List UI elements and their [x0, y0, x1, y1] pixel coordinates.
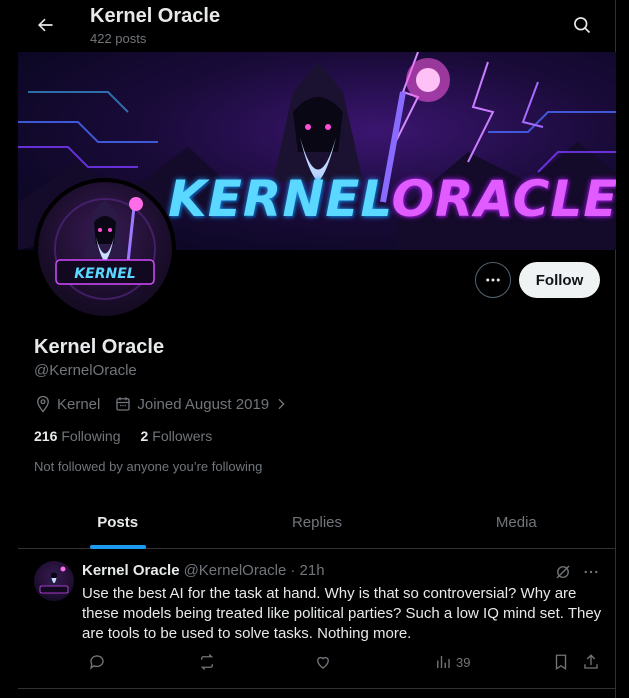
post-more-button[interactable] — [580, 561, 602, 583]
profile-tabs: Posts Replies Media — [18, 497, 616, 549]
profile-header: Kernel Oracle 422 posts — [0, 0, 616, 52]
header-title: Kernel Oracle — [90, 5, 221, 27]
following-label: Following — [61, 428, 121, 444]
not-followed-note: Not followed by anyone you’re following — [34, 459, 263, 474]
post-author-name[interactable]: Kernel Oracle — [82, 562, 180, 579]
header-post-count: 422 posts — [90, 31, 147, 46]
more-options-button[interactable] — [475, 262, 511, 298]
banner-logo-text: KERNELORACLE — [168, 170, 616, 228]
location-text: Kernel — [57, 395, 101, 413]
profile-joined[interactable]: Joined August 2019 — [114, 395, 294, 413]
tab-media-label: Media — [495, 514, 537, 531]
views-count: 39 — [456, 654, 471, 670]
post-actions: 39 — [78, 653, 608, 677]
grok-button[interactable] — [552, 561, 574, 583]
search-button[interactable] — [565, 8, 599, 42]
tab-replies-label: Replies — [291, 514, 342, 531]
like-button[interactable] — [314, 653, 336, 671]
post-avatar-art — [39, 566, 69, 594]
tab-media[interactable]: Media — [417, 497, 616, 548]
share-button[interactable] — [582, 653, 604, 671]
reply-icon — [89, 655, 104, 670]
profile-location: Kernel — [34, 395, 100, 413]
following-count: 216 — [34, 428, 58, 444]
tab-replies[interactable]: Replies — [217, 497, 416, 548]
following-link[interactable]: 216 Following — [34, 428, 121, 444]
repost-icon — [200, 654, 214, 670]
profile-name: Kernel Oracle — [34, 336, 165, 358]
bookmark-button[interactable] — [552, 653, 574, 671]
more-horizontal-icon — [486, 278, 500, 282]
post-text: Use the best AI for the task at hand. Wh… — [82, 585, 602, 642]
avatar-image: KERNEL — [38, 182, 172, 316]
profile-meta: Kernel Joined August 2019 — [34, 394, 308, 414]
profile-page: Kernel Oracle 422 posts KERNELORACLE KER… — [0, 0, 616, 698]
profile-avatar[interactable]: KERNEL — [34, 178, 176, 320]
joined-text: Joined August 2019 — [137, 395, 270, 413]
banner-word-oracle: ORACLE — [391, 170, 616, 228]
back-button[interactable] — [28, 8, 62, 42]
heart-icon — [317, 656, 329, 669]
followers-count: 2 — [140, 428, 149, 444]
followers-label: Followers — [152, 428, 213, 444]
views-chart-icon — [437, 656, 450, 668]
bookmark-icon — [555, 654, 567, 671]
profile-handle: @KernelOracle — [34, 362, 137, 379]
followers-link[interactable]: 2 Followers — [141, 428, 213, 444]
location-pin-icon — [37, 395, 49, 413]
post-time[interactable]: · 21h — [290, 562, 324, 579]
arrow-left-icon — [38, 18, 53, 32]
post-item[interactable]: Kernel Oracle @KernelOracle · 21h Use th… — [18, 549, 616, 689]
grok-icon — [556, 565, 570, 579]
post-avatar[interactable] — [34, 561, 74, 601]
tab-posts[interactable]: Posts — [18, 497, 217, 549]
post-header: Kernel Oracle @KernelOracle · 21h — [82, 562, 325, 579]
chevron-right-icon — [278, 398, 285, 410]
banner-word-kernel: KERNEL — [168, 170, 392, 228]
follow-stats: 216 Following 2 Followers — [34, 428, 232, 444]
share-icon — [584, 654, 598, 669]
tab-posts-label: Posts — [97, 514, 139, 531]
follow-button[interactable]: Follow — [519, 262, 600, 298]
calendar-icon — [116, 397, 131, 411]
post-author-handle[interactable]: @KernelOracle — [184, 562, 287, 579]
repost-button[interactable] — [198, 653, 220, 671]
avatar-wizard-art: KERNEL — [54, 197, 156, 300]
reply-button[interactable] — [88, 653, 110, 671]
more-horizontal-icon — [584, 570, 598, 574]
avatar-logo-word-kernel: KERNEL — [74, 266, 135, 282]
views-button[interactable]: 39 — [434, 653, 470, 671]
search-icon — [574, 17, 591, 34]
